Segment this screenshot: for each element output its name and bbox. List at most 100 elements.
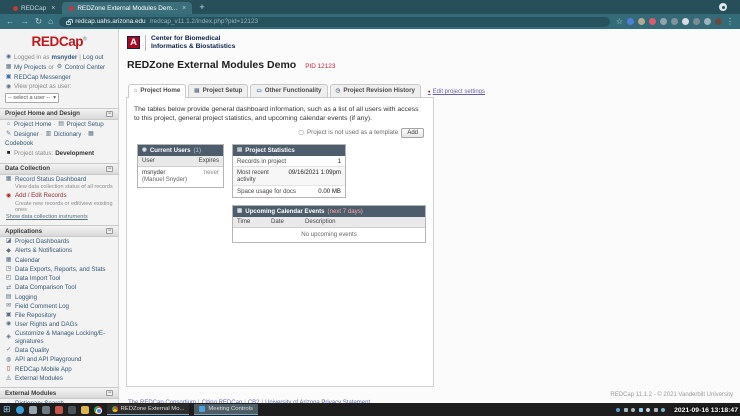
profile-avatar[interactable] [715, 18, 722, 25]
start-menu-icon[interactable]: ⊞ [3, 405, 11, 414]
current-users-table: ◉ Current Users (1) User Expires msnyder [137, 143, 224, 189]
collapse-icon[interactable]: − [106, 390, 113, 397]
file-explorer-icon[interactable] [80, 405, 89, 414]
sidebar-item-mobile-app[interactable]: ▯ REDCap Mobile App [0, 365, 118, 374]
sidebar-item-calendar[interactable]: ▦ Calendar [0, 256, 118, 265]
stats-icon: ▤ [237, 147, 243, 154]
close-tab-icon[interactable]: × [51, 5, 55, 12]
section-applications: Applications − [0, 225, 118, 238]
taskbar-window-meeting-controls[interactable]: Meeting Controls [194, 404, 258, 415]
sidebar-item-file-repository[interactable]: ▣ File Repository [0, 311, 118, 320]
sidebar-item-data-quality[interactable]: ✓ Data Quality [0, 346, 118, 355]
extension-icon[interactable] [638, 18, 645, 25]
tab-search-icon[interactable] [719, 3, 727, 11]
current-users-header: ◉ Current Users (1) [138, 144, 223, 156]
meeting-icon [199, 406, 206, 412]
tab-revision-history[interactable]: ◷ Project Revision History [329, 83, 421, 97]
tray-icon[interactable] [623, 407, 628, 412]
back-icon[interactable]: ← [6, 17, 15, 26]
taskbar-app-icon[interactable] [15, 405, 24, 414]
logout-link[interactable]: Log out [83, 54, 104, 62]
tray-icon[interactable] [638, 407, 643, 412]
taskbar-window-browser[interactable]: REDZone External Mo... [106, 404, 190, 415]
design-row-2: ✎ Designer · ▥ Dictionary · ▦ Codebook [5, 130, 94, 148]
sidebar-item-logging[interactable]: ▤ Logging [0, 293, 118, 302]
taskbar-app-icon[interactable] [41, 405, 50, 414]
address-bar[interactable]: redcap.uahs.arizona.edu/redcap_v11.1.2/i… [59, 16, 610, 27]
browser-tab-active[interactable]: REDZone External Modules Dem... × [62, 2, 193, 14]
taskbar-app-icon[interactable] [54, 405, 63, 414]
tray-icon[interactable] [646, 407, 650, 412]
sidebar-item-user-rights-dags[interactable]: ◉ User Rights and DAGs [0, 320, 118, 329]
sidebar-item-data-exports[interactable]: ◳ Data Exports, Reports, and Stats [0, 265, 118, 274]
browser-tab-redcap[interactable]: REDCap × [6, 2, 62, 14]
home-icon: ⌂ [6, 121, 11, 128]
tray-icon[interactable] [616, 407, 620, 412]
comment-icon: ✉ [6, 303, 11, 310]
sidebar-item-add-edit-records[interactable]: ◉ Add / Edit Records [0, 192, 118, 201]
taskbar-app-icon[interactable] [67, 405, 76, 414]
sidebar-item-locking-esignatures[interactable]: ◈ Customize & Manage Locking/E-signatures [0, 330, 118, 347]
tab-project-setup[interactable]: ▤ Project Setup [188, 83, 249, 97]
clock-icon: ◷ [335, 87, 341, 94]
forward-icon[interactable]: → [21, 17, 30, 26]
sidebar-item-dictionary[interactable]: Dictionary [54, 131, 82, 139]
collapse-icon[interactable]: − [106, 228, 113, 235]
sidebar-item-field-comment-log[interactable]: ✉ Field Comment Log [0, 302, 118, 311]
sidebar-item-data-comparison[interactable]: ⇄ Data Comparison Tool [0, 283, 118, 292]
tray-icon[interactable] [653, 407, 658, 412]
dashboards-icon: ◪ [5, 238, 12, 245]
project-status-row: ■ Project status: Development [6, 150, 95, 158]
browser-tabstrip: REDCap × REDZone External Modules Dem...… [0, 0, 740, 14]
statistics-header: ▤ Project Statistics [233, 144, 345, 156]
new-tab-button[interactable]: + [199, 2, 204, 12]
tray-icon[interactable] [631, 407, 635, 412]
sidebar-item-project-setup[interactable]: Project Setup [67, 121, 104, 129]
redcap-version: REDCap 11.1.2 - © 2021 Vanderbilt Univer… [610, 392, 733, 398]
extension-icon[interactable] [693, 18, 700, 25]
add-button[interactable]: Add [401, 127, 424, 138]
extension-icon[interactable] [671, 18, 678, 25]
collapse-icon[interactable]: − [106, 165, 113, 172]
browser-menu-icon[interactable]: ⋮ [726, 17, 734, 26]
home-icon[interactable]: ⌂ [48, 17, 53, 26]
no-events-message: No upcoming events [301, 230, 357, 238]
user-link[interactable]: msnyder [142, 169, 165, 176]
extension-icon[interactable] [649, 18, 656, 25]
notifications-bell-icon[interactable] [704, 18, 711, 25]
stats-calendar-column: ▤ Project Statistics Records in project … [232, 143, 426, 243]
my-projects-link[interactable]: My Projects [14, 64, 46, 72]
sidebar-item-api[interactable]: ◍ API and API Playground [0, 355, 118, 364]
tab-other-functionality[interactable]: ▭ Other Functionality [250, 83, 328, 97]
extension-icon[interactable] [660, 18, 667, 25]
calendar-header: ▦ Upcoming Calendar Events (next 7 days) [233, 205, 425, 217]
sidebar-item-record-status-dashboard[interactable]: ▦ Record Status Dashboard [0, 175, 118, 184]
template-row: ▢ Project is not used as a template Add [134, 127, 424, 138]
user-select-dropdown[interactable]: -- select a user -- ▾ [5, 93, 60, 103]
show-instruments-link[interactable]: Show data collection instruments [0, 214, 118, 221]
compare-icon: ⇄ [6, 284, 11, 291]
sidebar-item-alerts[interactable]: ◆ Alerts & Notifications [0, 247, 118, 256]
tray-icon[interactable] [661, 407, 665, 412]
sidebar-item-designer[interactable]: Designer [14, 131, 39, 139]
sidebar-item-project-home[interactable]: Project Home [14, 121, 51, 129]
collapse-icon[interactable]: − [106, 110, 113, 117]
sidebar-item-project-dashboards[interactable]: ◪ Project Dashboards [0, 237, 118, 246]
chrome-icon[interactable] [93, 405, 102, 414]
quality-icon: ✓ [6, 347, 11, 354]
control-center-link[interactable]: Control Center [65, 64, 105, 72]
bookmark-star-icon[interactable]: ☆ [616, 17, 623, 26]
tab-project-home[interactable]: ⌂ Project Home [128, 83, 187, 98]
messenger-link[interactable]: REDCap Messenger [14, 74, 71, 82]
users-icon: ◉ [142, 147, 147, 154]
sidebar-item-external-modules[interactable]: ◬ External Modules [0, 374, 118, 383]
taskbar-app-icon[interactable] [28, 405, 37, 414]
sidebar-item-codebook[interactable]: Codebook [5, 140, 33, 148]
extension-icon[interactable] [682, 18, 689, 25]
reload-icon[interactable]: ↻ [35, 17, 42, 26]
sidebar-item-data-import[interactable]: ◰ Data Import Tool [0, 274, 118, 283]
dictionary-icon: ▥ [45, 130, 52, 137]
close-tab-icon[interactable]: × [182, 5, 186, 12]
edit-project-settings-link[interactable]: ● Edit project settings [428, 89, 485, 97]
extension-icon[interactable] [627, 18, 634, 25]
